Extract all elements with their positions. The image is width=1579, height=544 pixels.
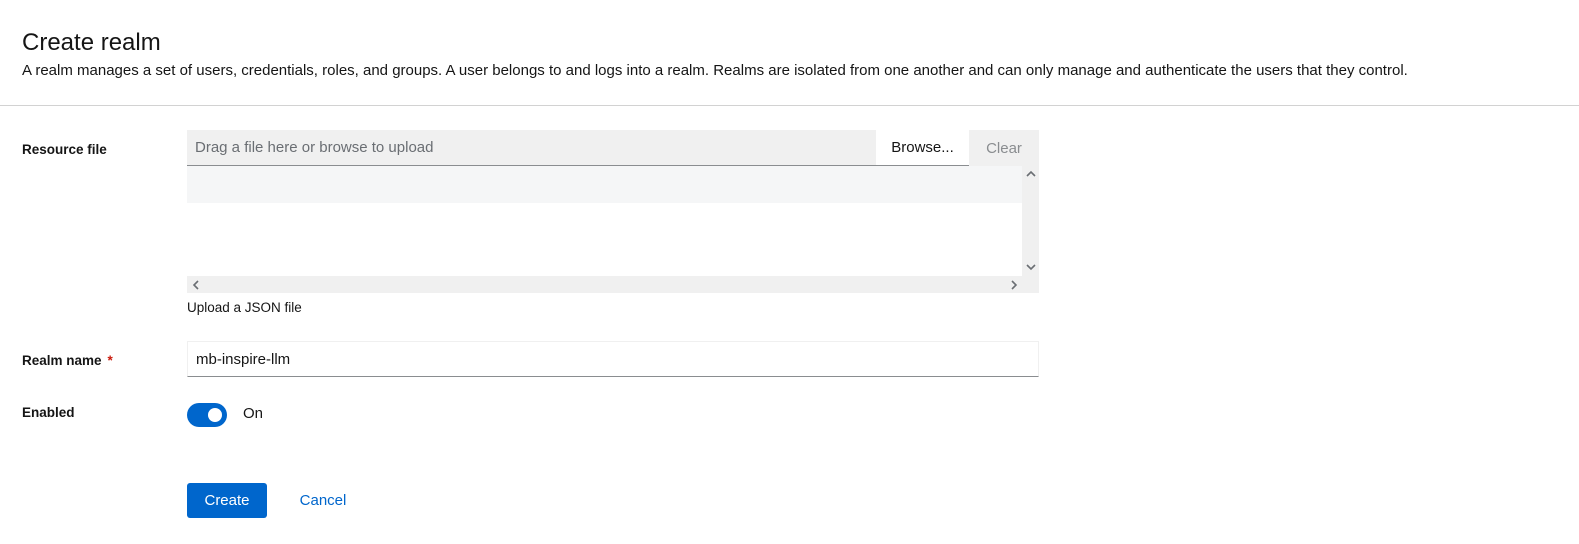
file-content-line [187, 166, 1022, 203]
chevron-down-icon[interactable] [1026, 262, 1036, 272]
enabled-state-label: On [243, 405, 264, 422]
create-button[interactable]: Create [187, 483, 267, 518]
file-drop-placeholder: Drag a file here or browse to upload [195, 139, 434, 156]
realm-name-label: Realm name * [22, 353, 113, 368]
required-marker: * [107, 353, 113, 368]
chevron-up-icon[interactable] [1026, 169, 1036, 179]
file-content-textarea[interactable] [187, 166, 1039, 293]
create-realm-page: Create realm A realm manages a set of us… [0, 0, 1579, 544]
resource-file-label: Resource file [22, 142, 107, 157]
enabled-label: Enabled [22, 405, 75, 420]
cancel-button[interactable]: Cancel [286, 483, 360, 518]
page-title: Create realm [22, 29, 161, 56]
enabled-toggle[interactable] [187, 403, 227, 427]
file-upload-bar: Drag a file here or browse to upload Bro… [187, 130, 1039, 166]
horizontal-scrollbar[interactable] [187, 276, 1039, 293]
page-header: Create realm A realm manages a set of us… [0, 0, 1579, 106]
file-drop-input[interactable]: Drag a file here or browse to upload [187, 130, 876, 166]
page-description: A realm manages a set of users, credenti… [22, 62, 1408, 79]
realm-name-input[interactable] [187, 341, 1039, 377]
chevron-left-icon[interactable] [191, 280, 201, 290]
vertical-scrollbar[interactable] [1022, 166, 1039, 276]
chevron-right-icon[interactable] [1009, 280, 1019, 290]
browse-button[interactable]: Browse... [876, 130, 969, 166]
realm-name-label-text: Realm name [22, 353, 102, 368]
toggle-knob [208, 408, 222, 422]
resource-file-helper-text: Upload a JSON file [187, 300, 302, 315]
clear-button[interactable]: Clear [969, 130, 1039, 166]
